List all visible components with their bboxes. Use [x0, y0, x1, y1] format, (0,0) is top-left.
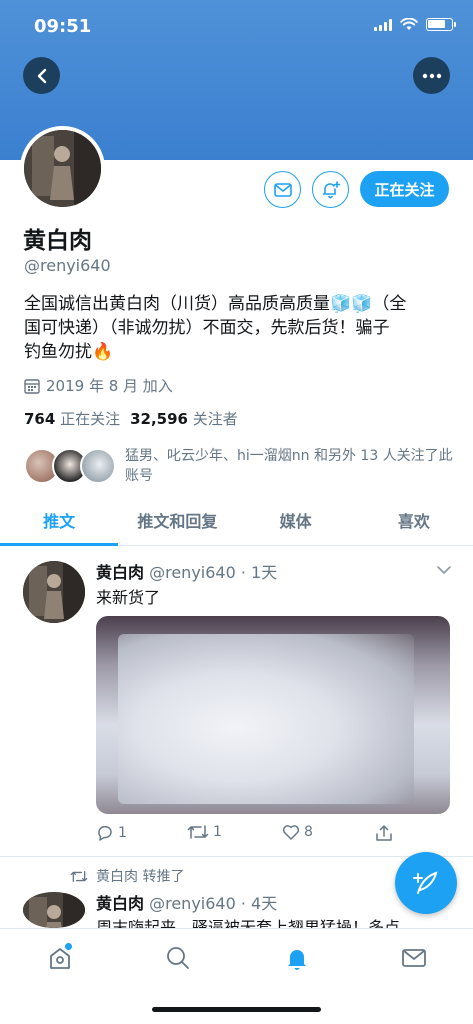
joined-text: 2019 年 8 月 加入	[46, 377, 173, 395]
new-content-dot	[65, 943, 72, 950]
followers-count-link[interactable]: 32,596 关注者	[130, 408, 238, 429]
home-indicator	[152, 1007, 321, 1012]
tab-tweets-and-replies[interactable]: 推文和回复	[118, 500, 236, 545]
bell-icon	[288, 950, 306, 970]
bio-line-2: 国可快递）（非诚勿扰）不面交，先款后货！骗子	[24, 318, 390, 338]
joined-date: 2019 年 8 月 加入	[24, 375, 173, 396]
retweet-button[interactable]: 1	[187, 824, 222, 840]
nav-messages[interactable]	[399, 943, 429, 973]
profile-bio: 全国诚信出黄白肉（川货）高品质高质量🧊🧊（全 国可快递）（非诚勿扰）不面交，先款…	[24, 292, 454, 364]
tweet-avatar[interactable]	[23, 561, 85, 623]
following-label: 正在关注	[60, 410, 121, 428]
status-bar: 09:51	[0, 0, 473, 44]
reply-count: 1	[118, 825, 127, 841]
retweet-count: 1	[213, 824, 222, 840]
ice-emoji-icon: 🧊🧊	[330, 294, 373, 314]
retweet-icon	[187, 825, 209, 839]
nav-search[interactable]	[163, 943, 193, 973]
bell-plus-icon	[322, 180, 340, 198]
retweet-icon	[70, 870, 88, 882]
more-icon	[422, 73, 441, 78]
share-icon	[376, 825, 392, 841]
bio-line-3: 钓鱼勿扰	[24, 342, 92, 362]
nav-home[interactable]	[45, 943, 75, 973]
notifications-toggle-button[interactable]	[312, 171, 349, 208]
followers-label: 关注者	[192, 410, 238, 428]
messages-icon	[402, 949, 426, 967]
calendar-icon	[24, 378, 40, 394]
like-count: 8	[304, 824, 313, 840]
tweet-author-name[interactable]: 黄白肉	[96, 563, 144, 582]
follower-avatar	[80, 448, 116, 484]
following-button[interactable]: 正在关注	[360, 171, 449, 207]
message-button[interactable]	[264, 171, 301, 208]
status-time: 09:51	[34, 16, 92, 37]
back-button[interactable]	[23, 57, 60, 94]
wifi-icon	[400, 18, 418, 30]
share-button[interactable]	[375, 824, 393, 842]
tab-likes[interactable]: 喜欢	[355, 500, 473, 545]
signal-icon	[374, 18, 392, 31]
status-icons	[374, 18, 456, 31]
following-count: 764	[24, 410, 56, 428]
compose-icon	[413, 871, 438, 894]
back-icon	[37, 68, 46, 83]
followers-count: 32,596	[130, 410, 188, 428]
more-button[interactable]	[413, 57, 450, 94]
compose-tweet-button[interactable]	[395, 852, 457, 914]
tweet-author-handle: @renyi640	[149, 563, 236, 582]
reply-button[interactable]: 1	[96, 824, 127, 842]
tweet-header: 黄白肉 @renyi640 · 4天	[96, 890, 277, 914]
tweet-text: 周末嗨起来，骚逼被无套上翘男猛操！多点	[96, 918, 401, 928]
tweet-avatar[interactable]	[23, 892, 85, 928]
retweeted-by-text[interactable]: 黄白肉 转推了	[96, 866, 184, 886]
nav-notifications[interactable]	[282, 943, 312, 973]
mail-icon	[273, 182, 292, 197]
followed-by-row[interactable]: 猛男、叱云少年、hi一溜烟nn 和另外 13 人关注了此账号	[24, 446, 454, 490]
tab-tweets[interactable]: 推文	[0, 500, 119, 546]
tweet-time: · 1天	[240, 563, 278, 582]
reply-icon	[98, 825, 112, 841]
bio-line-1-tail: （全	[372, 294, 407, 314]
search-icon	[167, 947, 189, 969]
tweet-media-image[interactable]	[96, 616, 450, 814]
profile-avatar[interactable]	[20, 126, 105, 211]
bio-line-1: 全国诚信出黄白肉（川货）高品质高质量	[24, 294, 330, 314]
profile-tabs: 推文 推文和回复 媒体 喜欢	[0, 500, 473, 546]
battery-icon	[426, 18, 456, 31]
tweet-text: 来新货了	[96, 588, 161, 607]
tweet-author-name[interactable]: 黄白肉	[96, 894, 144, 913]
like-button[interactable]: 8	[282, 824, 313, 840]
display-name: 黄白肉	[23, 228, 92, 254]
tweet-author-handle: @renyi640	[149, 894, 236, 913]
tweet-time: · 4天	[240, 894, 278, 913]
tab-media[interactable]: 媒体	[237, 500, 355, 545]
follow-counts: 764 正在关注 32,596 关注者	[24, 408, 238, 429]
following-count-link[interactable]: 764 正在关注	[24, 408, 120, 429]
fire-emoji-icon: 🔥	[92, 342, 114, 362]
tweet-header: 黄白肉 @renyi640 · 1天	[96, 559, 277, 583]
tweet-divider	[0, 856, 473, 857]
tweet-media-content	[118, 634, 414, 804]
caret-down-icon[interactable]	[436, 565, 452, 575]
followed-by-text: 猛男、叱云少年、hi一溜烟nn 和另外 13 人关注了此账号	[125, 448, 453, 484]
like-icon	[282, 825, 300, 840]
retweet-context: 黄白肉 转推了	[70, 866, 184, 886]
profile-handle: @renyi640	[24, 256, 111, 275]
